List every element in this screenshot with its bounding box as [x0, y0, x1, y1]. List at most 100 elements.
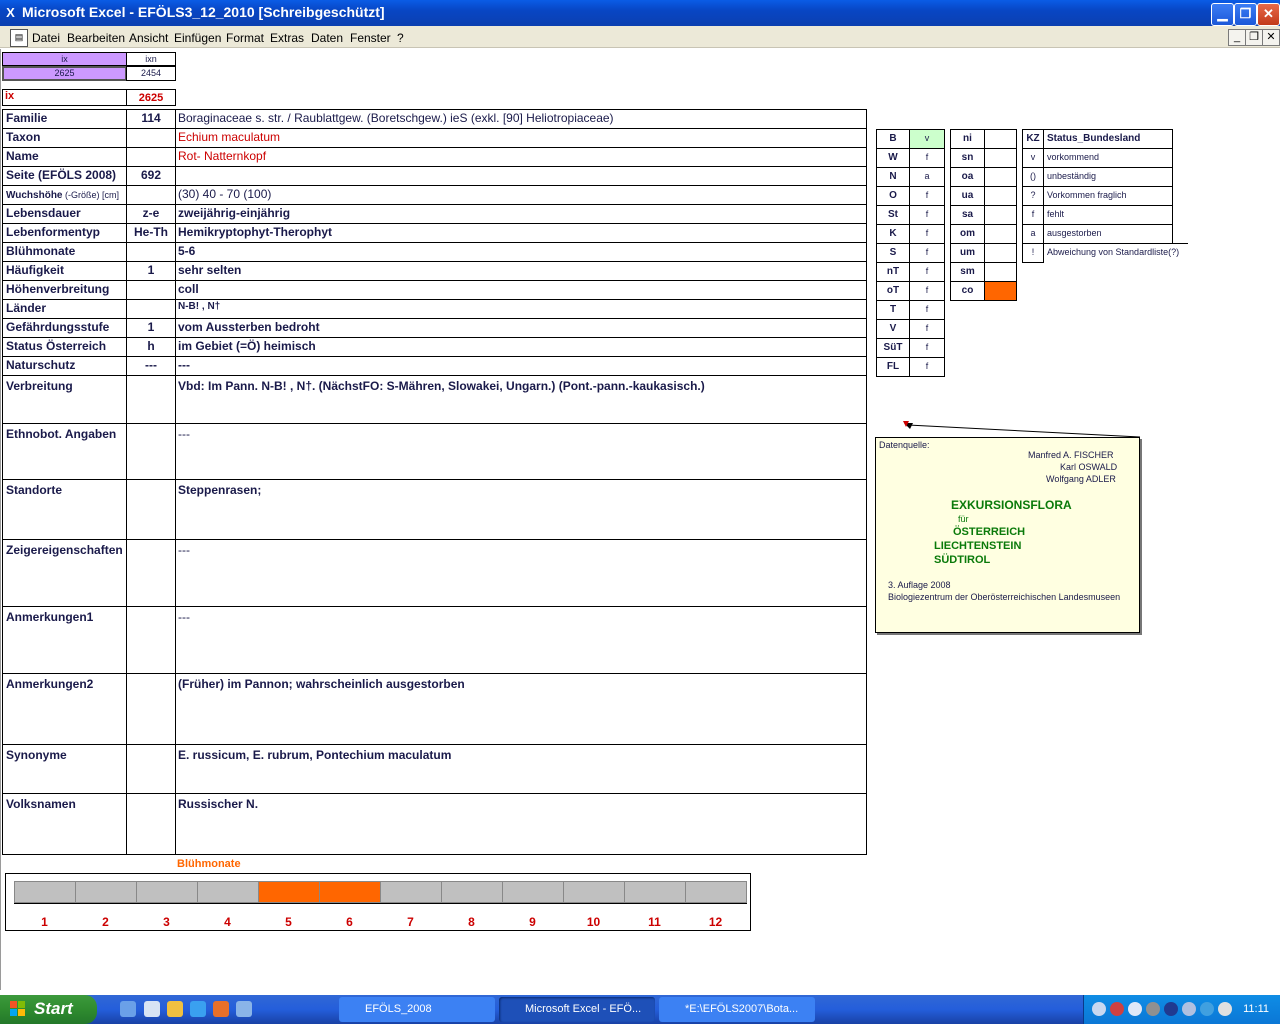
state-status-o[interactable]: f	[909, 186, 945, 206]
quicklaunch-email-icon[interactable]	[144, 1001, 160, 1017]
state-status-s[interactable]: f	[909, 243, 945, 263]
menu-datei[interactable]: Datei	[32, 31, 60, 45]
row-code[interactable]	[126, 242, 176, 262]
region-status-ni[interactable]	[984, 129, 1017, 149]
tall-row-value[interactable]: ---	[175, 606, 867, 674]
quicklaunch-firefox-icon[interactable]	[213, 1001, 229, 1017]
state-status-t[interactable]: f	[909, 300, 945, 320]
close-button[interactable]: ✕	[1257, 3, 1280, 26]
menu-bearbeiten[interactable]: Bearbeiten	[67, 31, 125, 45]
row-value[interactable]: Hemikryptophyt-Therophyt	[175, 223, 867, 243]
doc-minimize-button[interactable]: _	[1228, 29, 1246, 46]
quicklaunch-explorer-icon[interactable]	[236, 1001, 252, 1017]
row-code[interactable]: h	[126, 337, 176, 357]
tall-row-code[interactable]	[126, 423, 176, 480]
ix-value[interactable]: 2625	[126, 89, 176, 106]
row-value[interactable]: vom Aussterben bedroht	[175, 318, 867, 338]
menu-ansicht[interactable]: Ansicht	[129, 31, 168, 45]
region-status-om[interactable]	[984, 224, 1017, 244]
tall-row-code[interactable]	[126, 479, 176, 540]
state-status-nt[interactable]: f	[909, 262, 945, 282]
state-status-fl[interactable]: f	[909, 357, 945, 377]
comment-note[interactable]: Datenquelle: Manfred A. FISCHER Karl OSW…	[875, 437, 1140, 633]
region-status-sn[interactable]	[984, 148, 1017, 168]
tall-row-value[interactable]: Vbd: Im Pann. N-B! , N†. (NächstFO: S-Mä…	[175, 375, 867, 424]
quicklaunch-ie-icon[interactable]	[190, 1001, 206, 1017]
minimize-button[interactable]: ▁	[1211, 3, 1234, 26]
tall-row-value[interactable]: (Früher) im Pannon; wahrscheinlich ausge…	[175, 673, 867, 745]
row-code[interactable]: 692	[126, 166, 176, 186]
tall-row-value[interactable]: Steppenrasen;	[175, 479, 867, 540]
state-status-n[interactable]: a	[909, 167, 945, 187]
row-value[interactable]: sehr selten	[175, 261, 867, 281]
row-value[interactable]: N-B! , N†	[175, 299, 867, 319]
row-code[interactable]: z-e	[126, 204, 176, 224]
region-status-um[interactable]	[984, 243, 1017, 263]
row-value[interactable]: coll	[175, 280, 867, 300]
tray-network-icon[interactable]	[1092, 1002, 1106, 1016]
row-value[interactable]: Boraginaceae s. str. / Raublattgew. (Bor…	[175, 109, 867, 129]
tray-search-icon[interactable]	[1128, 1002, 1142, 1016]
row-code[interactable]	[126, 185, 176, 205]
start-button[interactable]: Start	[0, 995, 97, 1024]
ixn-value-cell[interactable]: 2454	[126, 66, 176, 81]
tray-settings-icon[interactable]	[1146, 1002, 1160, 1016]
tray-info-icon[interactable]	[1200, 1002, 1214, 1016]
doc-restore-button[interactable]: ❐	[1245, 29, 1263, 46]
taskbar-item-excel[interactable]: Microsoft Excel - EFÖ...	[499, 997, 655, 1022]
tray-shield-icon[interactable]	[1164, 1002, 1178, 1016]
row-code[interactable]	[126, 299, 176, 319]
row-code[interactable]: ---	[126, 356, 176, 376]
tall-row-value[interactable]: ---	[175, 423, 867, 480]
row-code[interactable]: 1	[126, 318, 176, 338]
tall-row-code[interactable]	[126, 673, 176, 745]
row-value[interactable]: ---	[175, 356, 867, 376]
row-value[interactable]: 5-6	[175, 242, 867, 262]
workbook-icon[interactable]: ▤	[10, 29, 28, 47]
menu-daten[interactable]: Daten	[311, 31, 343, 45]
taskbar-item-folder[interactable]: EFÖLS_2008	[339, 997, 495, 1022]
state-status-b[interactable]: v	[909, 129, 945, 149]
tall-row-code[interactable]	[126, 539, 176, 607]
tall-row-code[interactable]	[126, 744, 176, 794]
menu-help[interactable]: ?	[397, 31, 404, 45]
state-status-k[interactable]: f	[909, 224, 945, 244]
menu-extras[interactable]: Extras	[270, 31, 304, 45]
tray-update-icon[interactable]	[1218, 1002, 1232, 1016]
region-status-oa[interactable]	[984, 167, 1017, 187]
row-code[interactable]	[126, 280, 176, 300]
quicklaunch-desktop-icon[interactable]	[120, 1001, 136, 1017]
ix-value-cell[interactable]: 2625	[2, 66, 127, 81]
quicklaunch-media-icon[interactable]	[167, 1001, 183, 1017]
menu-einfuegen[interactable]: Einfügen	[174, 31, 221, 45]
row-value[interactable]: Rot- Natternkopf	[175, 147, 867, 167]
tall-row-code[interactable]	[126, 793, 176, 855]
tray-sound-icon[interactable]	[1182, 1002, 1196, 1016]
menu-fenster[interactable]: Fenster	[350, 31, 391, 45]
tall-row-code[interactable]	[126, 606, 176, 674]
region-status-ua[interactable]	[984, 186, 1017, 206]
tall-row-code[interactable]	[126, 375, 176, 424]
row-code[interactable]: He-Th	[126, 223, 176, 243]
taskbar-item-document[interactable]: *E:\EFÖLS2007\Bota...	[659, 997, 815, 1022]
row-value[interactable]: im Gebiet (=Ö) heimisch	[175, 337, 867, 357]
state-status-ot[interactable]: f	[909, 281, 945, 301]
row-value[interactable]: Echium maculatum	[175, 128, 867, 148]
region-status-sa[interactable]	[984, 205, 1017, 225]
region-status-sm[interactable]	[984, 262, 1017, 282]
menu-format[interactable]: Format	[226, 31, 264, 45]
region-status-co[interactable]	[984, 281, 1017, 301]
row-code[interactable]: 1	[126, 261, 176, 281]
doc-close-button[interactable]: ✕	[1262, 29, 1280, 46]
state-status-v[interactable]: f	[909, 319, 945, 339]
tray-security-icon[interactable]	[1110, 1002, 1124, 1016]
row-value[interactable]	[175, 166, 867, 186]
row-code[interactable]	[126, 147, 176, 167]
state-status-w[interactable]: f	[909, 148, 945, 168]
tall-row-value[interactable]: Russischer N.	[175, 793, 867, 855]
tall-row-value[interactable]: E. russicum, E. rubrum, Pontechium macul…	[175, 744, 867, 794]
row-value[interactable]: (30) 40 - 70 (100)	[175, 185, 867, 205]
excel-app-icon[interactable]: X	[3, 5, 18, 20]
restore-button[interactable]: ❐	[1234, 3, 1257, 26]
state-status-st[interactable]: f	[909, 205, 945, 225]
